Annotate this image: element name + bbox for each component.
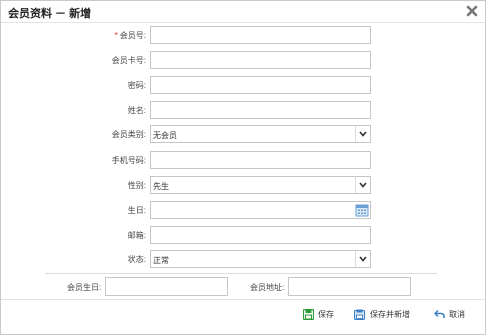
row-password: 密码: [1,76,485,94]
gender-value: 先生 [153,182,169,191]
close-icon[interactable] [466,5,478,17]
name-input[interactable] [150,101,371,119]
cancel-label: 取消 [449,309,465,319]
gender-label: 性别: [127,181,146,190]
email-label: 邮箱: [127,231,146,240]
save-icon [303,308,314,320]
member-address-label: 会员地址: [250,283,285,292]
phone-input[interactable] [150,151,371,169]
save-new-label: 保存并新增 [370,309,410,319]
required-mark: * [114,31,118,40]
calendar-icon[interactable] [355,203,369,217]
row-name: 姓名: [1,101,485,119]
footer-divider [1,299,485,300]
save-new-icon [354,309,366,320]
save-and-new-button[interactable]: 保存并新增 [354,307,410,321]
status-value: 正常 [153,256,169,265]
member-dialog: 会员资料 － 新增 *会员号: 会员卡号: 密码: 姓名: 会员类别: 无会员 [0,0,486,335]
name-label: 姓名: [127,106,146,115]
chevron-down-icon[interactable] [355,251,370,267]
status-label: 状态: [127,255,146,264]
card-no-label: 会员卡号: [111,56,146,65]
row-email: 邮箱: [1,226,485,244]
cancel-button[interactable]: 取消 [434,307,465,321]
row-birthday: 生日: [1,201,485,219]
member-type-select[interactable]: 无会员 [150,125,371,143]
save-button[interactable]: 保存 [303,307,334,321]
password-label: 密码: [127,81,146,90]
member-birthday-label: 会员生日: [67,283,102,292]
member-birthday-input[interactable] [105,277,228,296]
row-status: 状态: 正常 [1,250,485,268]
row-gender: 性别: 先生 [1,176,485,194]
save-label: 保存 [318,309,334,319]
member-type-value: 无会员 [153,131,177,140]
card-no-input[interactable] [150,51,371,69]
row-member-type: 会员类别: 无会员 [1,125,485,143]
undo-icon [434,309,445,318]
chevron-down-icon[interactable] [355,177,370,193]
password-input[interactable] [150,76,371,94]
birthday-input[interactable] [150,201,371,219]
email-input[interactable] [150,226,371,244]
status-select[interactable]: 正常 [150,250,371,268]
phone-label: 手机号码: [111,156,146,165]
section-divider [45,273,437,274]
birthday-label: 生日: [127,206,146,215]
member-no-label: * 会员号: [114,31,146,40]
gender-select[interactable]: 先生 [150,176,371,194]
member-address-input[interactable] [288,277,411,296]
member-type-label: 会员类别: [111,130,146,139]
member-no-input[interactable] [150,26,371,44]
row-phone: 手机号码: [1,151,485,169]
dialog-title: 会员资料 － 新增 [8,8,92,20]
row-card-no: 会员卡号: [1,51,485,69]
dialog-titlebar: 会员资料 － 新增 [1,1,485,23]
row-member-no: * 会员号: [1,26,485,44]
chevron-down-icon[interactable] [355,126,370,142]
